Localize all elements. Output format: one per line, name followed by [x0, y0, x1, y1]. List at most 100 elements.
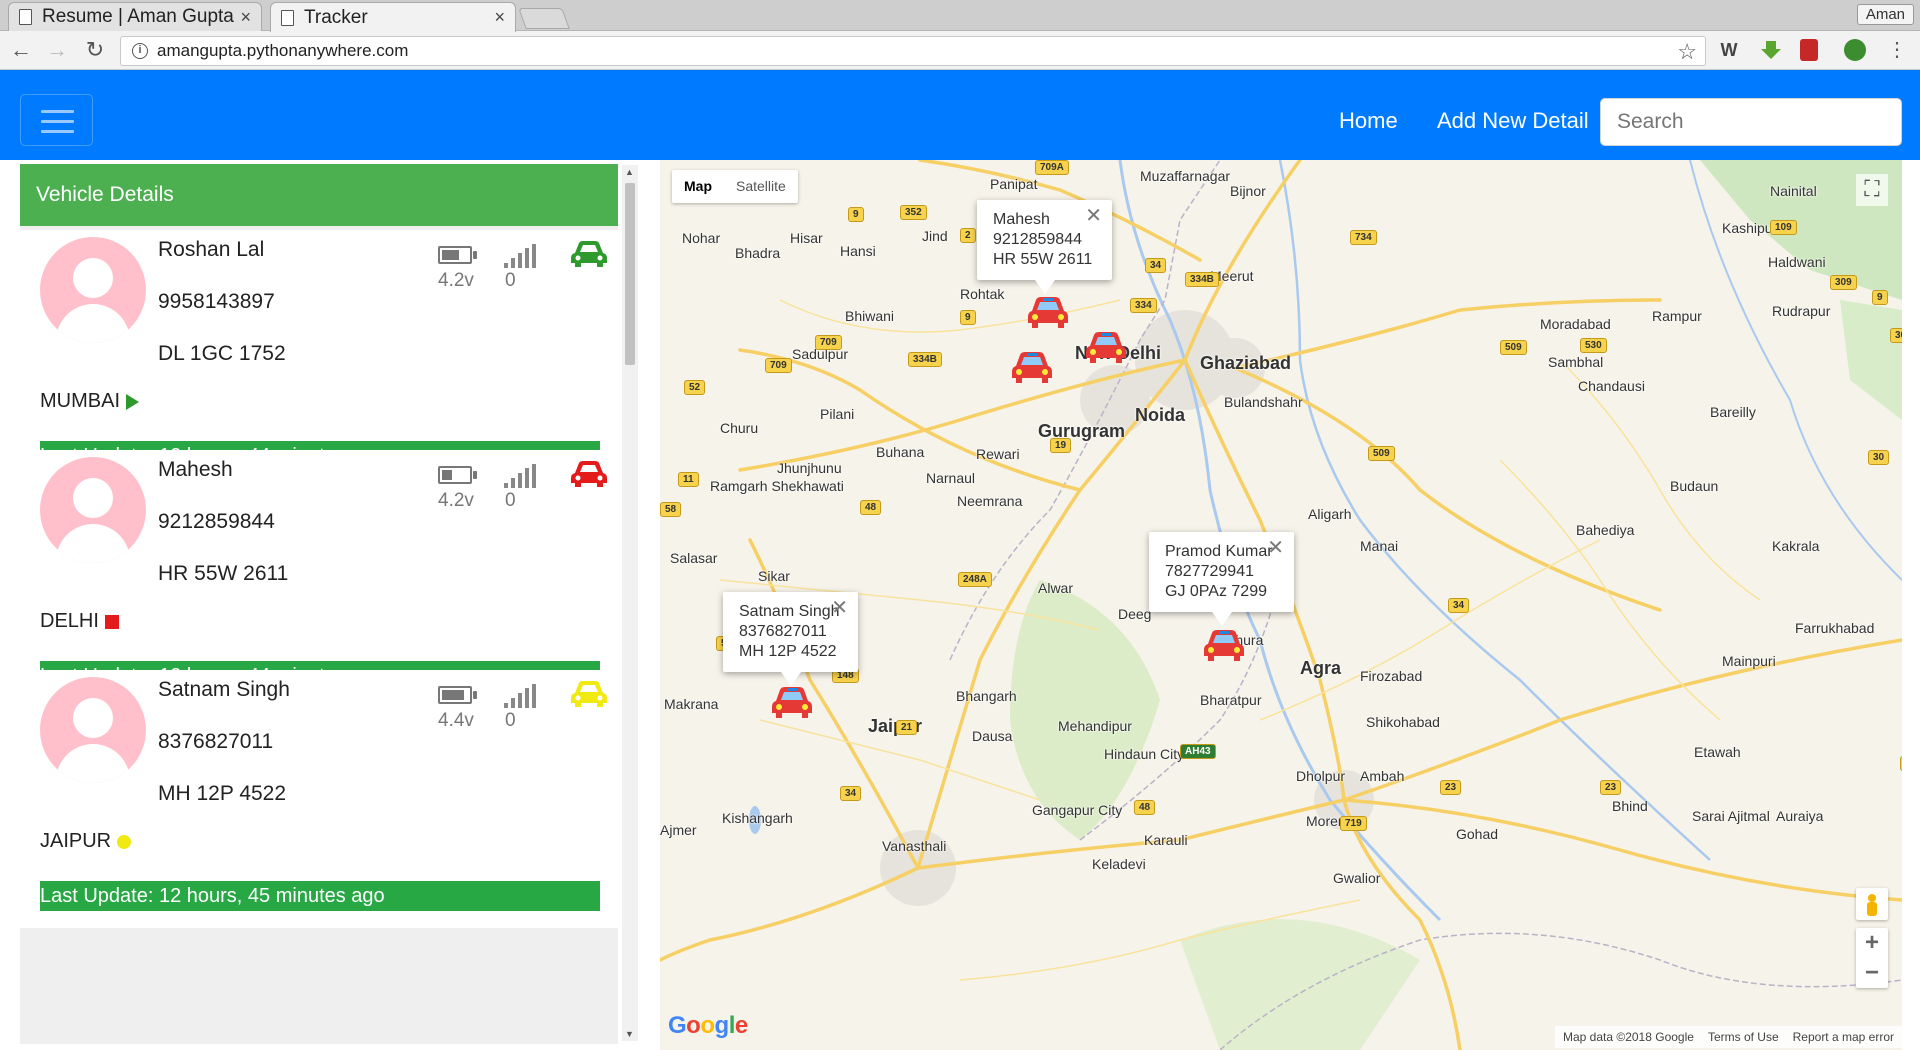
- back-icon[interactable]: ←: [8, 37, 34, 63]
- vehicle-plate: HR 55W 2611: [158, 562, 289, 585]
- map-type-satellite-button[interactable]: Satellite: [724, 170, 798, 203]
- map-place-label: Nainital: [1770, 183, 1817, 199]
- map-place-label: Rudrapur: [1772, 303, 1831, 319]
- map-place-label: Aligarh: [1308, 506, 1352, 522]
- map-type-map-button[interactable]: Map: [672, 170, 724, 203]
- map-place-label: Bhind: [1612, 798, 1648, 814]
- map-place-label: Alwar: [1038, 580, 1074, 596]
- info-phone: 7827729941: [1165, 563, 1254, 580]
- info-phone: 8376827011: [739, 623, 827, 640]
- address-bar[interactable]: i amangupta.pythonanywhere.com ☆: [120, 36, 1706, 66]
- close-tab-icon[interactable]: ×: [494, 7, 505, 28]
- close-tab-icon[interactable]: ×: [240, 7, 251, 28]
- highway-shield: 334: [1130, 298, 1157, 313]
- highway-shield: 334B: [908, 352, 942, 367]
- reload-icon[interactable]: ↻: [82, 37, 108, 63]
- info-window: Pramod Kumar 7827729941 GJ 0PAz 7299 ✕: [1149, 532, 1294, 626]
- zoom-in-button[interactable]: +: [1856, 928, 1888, 958]
- signal-value: 0: [505, 710, 516, 731]
- highway-shield: 52: [684, 380, 706, 395]
- highway-shield: 48: [1134, 800, 1156, 815]
- close-icon[interactable]: ✕: [1267, 538, 1284, 558]
- fullscreen-icon[interactable]: ⛶: [1856, 174, 1888, 206]
- map-place-label: Jhunjhunu: [777, 460, 842, 476]
- nav-add-new-detail-link[interactable]: Add New Detail: [1437, 108, 1589, 134]
- map-place-label: Ajmer: [660, 822, 697, 838]
- signal-icon: [504, 464, 538, 488]
- map-place-label: Rohtak: [960, 286, 1005, 302]
- forest-area: [1180, 919, 1420, 1050]
- map-place-label: Hindaun City: [1104, 746, 1185, 762]
- car-marker-icon[interactable]: [1010, 350, 1054, 386]
- terms-link[interactable]: Terms of Use: [1708, 1030, 1779, 1044]
- map-view[interactable]: Map Satellite ⛶ Muzaffarnagar Panipat Bijn…: [660, 160, 1902, 1050]
- map-place-label: Etawah: [1694, 744, 1741, 760]
- vehicle-city: MUMBAI: [40, 390, 139, 413]
- extension-circle-icon[interactable]: [1844, 39, 1866, 61]
- map-attribution: Map data ©2018 Google Terms of Use Repor…: [1555, 1026, 1902, 1048]
- battery-icon: [438, 686, 477, 704]
- highway-shield: 334B: [1185, 272, 1219, 287]
- bookmark-star-icon[interactable]: ☆: [1677, 39, 1697, 65]
- extension-bookmark-icon[interactable]: [1800, 39, 1818, 61]
- search-input[interactable]: [1600, 98, 1902, 146]
- map-place-label: Jind: [922, 228, 948, 244]
- close-icon[interactable]: ✕: [831, 598, 848, 618]
- car-marker-icon[interactable]: [1202, 628, 1246, 664]
- map-place-label: Churu: [720, 420, 759, 436]
- sidebar-scrollbar[interactable]: ▲ ▼: [622, 165, 638, 1041]
- info-window: Satnam Singh 8376827011 MH 12P 4522 ✕: [723, 592, 858, 686]
- map-place-label: Noida: [1135, 405, 1186, 425]
- map-data-text: Map data ©2018 Google: [1563, 1030, 1694, 1044]
- battery-voltage: 4.2v: [438, 490, 474, 511]
- car-marker-icon[interactable]: [770, 685, 814, 721]
- signal-icon: [504, 684, 538, 708]
- extension-w-icon[interactable]: W: [1718, 39, 1740, 61]
- map-place-label: Budaun: [1670, 478, 1719, 494]
- map-place-label: Gangapur City: [1032, 802, 1123, 818]
- map-place-label: Hansi: [840, 243, 876, 259]
- map-place-label: Mehandipur: [1058, 718, 1132, 734]
- report-error-link[interactable]: Report a map error: [1793, 1030, 1894, 1044]
- map-place-label: Kashipur: [1722, 220, 1778, 236]
- vehicle-city: DELHI: [40, 610, 119, 633]
- vehicle-panel: Vehicle Details Roshan Lal 9958143897 DL…: [20, 164, 618, 1044]
- new-tab-button[interactable]: [518, 8, 570, 29]
- map-place-label: Bahediya: [1576, 522, 1635, 538]
- map-place-label: Narnaul: [926, 470, 976, 486]
- menu-kebab-icon[interactable]: ⋮: [1884, 37, 1910, 63]
- highway-shield: 509: [1368, 446, 1395, 461]
- scroll-down-icon[interactable]: ▼: [625, 1029, 634, 1039]
- scrollbar-thumb[interactable]: [625, 183, 635, 365]
- map-type-control: Map Satellite: [672, 170, 798, 203]
- nav-home-link[interactable]: Home: [1339, 108, 1398, 134]
- profile-button[interactable]: Aman: [1856, 4, 1914, 25]
- tab-resume[interactable]: Resume | Aman Gupta ×: [8, 2, 262, 31]
- car-marker-icon[interactable]: [1084, 330, 1128, 366]
- vehicle-phone: 8376827011: [158, 730, 274, 753]
- map-place-label: Gwalior: [1333, 870, 1381, 886]
- car-marker-icon[interactable]: [1026, 295, 1070, 331]
- map-place-label: Gohad: [1456, 826, 1499, 842]
- close-icon[interactable]: ✕: [1085, 206, 1102, 226]
- menu-toggle-button[interactable]: [20, 94, 93, 146]
- scroll-up-icon[interactable]: ▲: [625, 167, 634, 177]
- vehicle-plate: MH 12P 4522: [158, 782, 287, 805]
- vehicle-plate: DL 1GC 1752: [158, 342, 286, 365]
- forward-icon[interactable]: →: [44, 37, 70, 63]
- map-place-label: Bhangarh: [956, 688, 1017, 704]
- map-place-label: Dausa: [972, 728, 1013, 744]
- map-place-label: Deeg: [1118, 606, 1152, 622]
- google-logo: Google: [668, 1012, 748, 1039]
- street-view-pegman-icon[interactable]: [1856, 888, 1888, 920]
- info-plate: MH 12P 4522: [739, 643, 837, 660]
- info-icon[interactable]: i: [132, 43, 148, 59]
- map-place-label: Firozabad: [1360, 668, 1423, 684]
- vehicle-card[interactable]: Satnam Singh 8376827011 MH 12P 4522 4.4v…: [20, 670, 618, 928]
- tab-tracker[interactable]: Tracker ×: [270, 2, 516, 32]
- vehicle-city: JAIPUR: [40, 830, 132, 853]
- zoom-out-button[interactable]: −: [1856, 958, 1888, 988]
- vehicle-driver-name: Satnam Singh: [158, 678, 290, 701]
- extension-download-icon[interactable]: [1760, 39, 1782, 61]
- highway-shield: 48: [860, 500, 882, 515]
